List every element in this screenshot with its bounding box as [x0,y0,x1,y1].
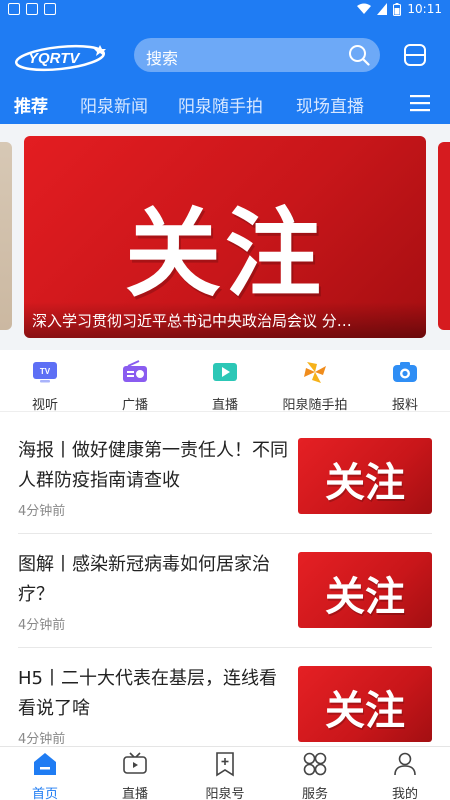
svg-text:TV: TV [40,367,51,376]
tab-recommend[interactable]: 推荐 [14,92,48,117]
thumbnail-text: 关注 [325,460,405,506]
news-title: 海报丨做好健康第一责任人！不同人群防疫指南请查收 [18,440,288,491]
search-placeholder: 搜索 [146,49,179,68]
tab-yangquan-news[interactable]: 阳泉新闻 [80,92,148,117]
shortcut-label: 报料 [391,398,418,413]
list-item[interactable]: H5丨二十大代表在基层，连线看看说了啥 4分钟前 关注 [0,648,450,762]
shortcut-row: TV 视听 广播 直播 阳泉随手拍 报料 [0,350,450,413]
carousel-prev-card[interactable] [0,142,12,330]
thumbnail-text: 关注 [325,574,405,620]
banner-headline: 关注 [125,198,325,310]
hamburger-menu-icon[interactable] [410,94,430,112]
news-title: H5丨二十大代表在基层，连线看看说了啥 [18,668,277,719]
signal-icon [377,3,388,15]
svg-text:YQRTV: YQRTV [28,50,81,67]
news-time: 4分钟前 [18,504,66,519]
list-item[interactable]: 海报丨做好健康第一责任人！不同人群防疫指南请查收 4分钟前 关注 [0,420,450,534]
nav-label: 我的 [391,787,418,800]
banner-carousel: 关注 深入学习贯彻习近平总书记中央政治局会议 分… [0,124,450,350]
news-time: 4分钟前 [18,618,66,633]
services-icon [303,752,327,776]
tv-icon: TV [33,362,57,383]
clock: 10:11 [407,2,442,16]
nav-label: 直播 [121,787,148,800]
nav-live[interactable]: 直播 [90,751,180,800]
app-notification-icon [44,3,56,15]
tab-live-scene[interactable]: 现场直播 [296,92,364,117]
nav-services[interactable]: 服务 [270,751,360,800]
tab-yangquan-snapshot[interactable]: 阳泉随手拍 [178,92,263,117]
nav-yangquan-account[interactable]: 阳泉号 [180,751,270,800]
bottom-nav: 首页 直播 阳泉号 服务 我的 [0,746,450,800]
shortcut-radio[interactable]: 广播 [90,360,180,413]
news-time: 4分钟前 [18,732,66,747]
video-icon [213,363,237,381]
shortcut-live[interactable]: 直播 [180,360,270,413]
nav-label: 服务 [301,787,328,800]
notification-icons [8,3,56,15]
list-item[interactable]: 图解丨感染新冠病毒如何居家治疗？ 4分钟前 关注 [0,534,450,648]
radio-icon [123,360,147,382]
profile-icon [394,752,416,776]
banner-caption: 深入学习贯彻习近平总书记中央政治局会议 分… [24,302,426,338]
battery-icon [393,2,402,16]
nav-label: 首页 [31,787,58,800]
shortcut-snapshot[interactable]: 阳泉随手拍 [270,360,360,413]
camera-icon [393,362,417,382]
scan-menu-icon[interactable] [402,42,428,68]
search-icon[interactable] [348,44,370,66]
shortcut-label: 广播 [121,398,148,413]
news-thumbnail: 关注 [298,666,432,742]
news-title: 图解丨感染新冠病毒如何居家治疗？ [18,554,270,605]
pinwheel-icon [304,362,326,383]
app-header: 10:11 YQRTV 搜索 推荐 阳泉新闻 阳泉随手拍 现场直播 [0,0,450,124]
wifi-icon [357,3,372,14]
nav-home[interactable]: 首页 [0,751,90,800]
image-notification-icon [26,3,38,15]
thumbnail-text: 关注 [325,688,405,734]
notification-icon [8,3,20,15]
shortcut-label: 直播 [211,398,238,413]
search-input[interactable]: 搜索 [134,38,380,72]
nav-label: 阳泉号 [205,787,245,800]
carousel-next-card[interactable] [438,142,450,330]
banner-slide[interactable]: 关注 深入学习贯彻习近平总书记中央政治局会议 分… [24,136,426,338]
status-right: 10:11 [357,2,442,16]
nav-profile[interactable]: 我的 [360,751,450,800]
home-icon [34,753,56,775]
shortcut-label: 阳泉随手拍 [282,398,348,413]
yqrtv-logo: YQRTV [14,44,106,72]
shortcut-tv[interactable]: TV 视听 [0,360,90,413]
category-tabs: 推荐 阳泉新闻 阳泉随手拍 现场直播 [0,84,450,124]
shortcut-label: 视听 [31,398,58,413]
shortcut-report[interactable]: 报料 [360,360,450,413]
news-thumbnail: 关注 [298,552,432,628]
live-icon [123,752,147,774]
status-bar: 10:11 [0,0,450,20]
news-thumbnail: 关注 [298,438,432,514]
bookmark-icon [216,752,234,777]
